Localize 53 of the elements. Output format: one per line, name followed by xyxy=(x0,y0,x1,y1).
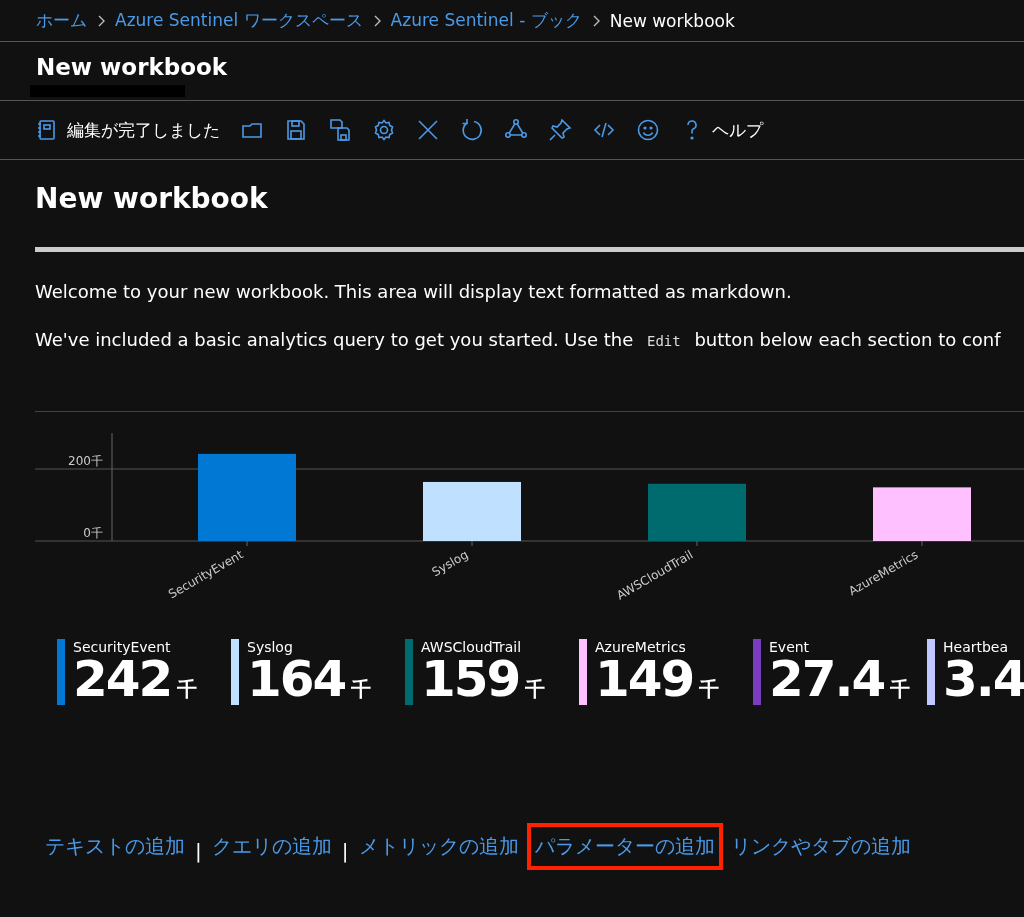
tile-value: 242 xyxy=(73,655,172,703)
tile-label: AzureMetrics xyxy=(595,639,687,655)
tile-unit: 千 xyxy=(890,676,911,703)
add-link[interactable]: リンクやタブの追加 xyxy=(722,823,919,870)
help-button[interactable]: ヘルプ xyxy=(680,118,763,142)
breadcrumb-link[interactable]: Azure Sentinel - ブック xyxy=(390,9,582,32)
y-tick-label: 200千 xyxy=(68,454,103,468)
save-as-button[interactable] xyxy=(328,118,352,142)
separator: | xyxy=(194,838,203,863)
tile-unit: 千 xyxy=(177,676,198,703)
refresh-icon xyxy=(460,118,484,142)
add-link[interactable]: テキストの追加 xyxy=(37,823,193,870)
tile-unit: 千 xyxy=(699,676,720,703)
chevron-icon xyxy=(372,14,381,27)
breadcrumb-current: New workbook xyxy=(609,10,735,31)
done-editing-button[interactable]: 編集が完了しました xyxy=(35,118,220,142)
breadcrumb-link[interactable]: Azure Sentinel ワークスペース xyxy=(115,9,363,32)
y-tick-label: 0千 xyxy=(83,526,103,540)
tile-label: AWSCloudTrail xyxy=(421,639,523,655)
close-icon xyxy=(416,118,440,142)
blade-title: New workbook xyxy=(36,53,228,80)
tile-value: 159 xyxy=(421,655,520,703)
save-button[interactable] xyxy=(284,118,308,142)
chevron-icon xyxy=(97,14,105,27)
pin-button[interactable] xyxy=(548,118,572,142)
paragraph: We've included a basic analytics query to get you started. Use the Edit button below each section to conf xyxy=(35,328,1002,352)
separator: | xyxy=(340,838,350,863)
tile-value: 164 xyxy=(247,655,346,703)
paragraph: Welcome to your new workbook. This area will display text formatted as markdown. xyxy=(35,280,793,304)
heading: New workbook xyxy=(35,182,268,215)
save-as-icon xyxy=(328,118,352,142)
pin-icon xyxy=(548,118,572,142)
settings-button[interactable] xyxy=(372,118,396,142)
tile-label: Syslog xyxy=(247,639,294,655)
settings-icon xyxy=(372,118,396,142)
tile-value: 149 xyxy=(595,655,694,703)
add-link[interactable]: メトリックの追加 xyxy=(350,823,527,870)
refresh-button[interactable] xyxy=(460,118,484,142)
add-link[interactable]: クエリの追加 xyxy=(203,823,340,870)
smiley-icon xyxy=(636,118,660,142)
tile-label: Heartbea xyxy=(943,639,1010,655)
tile-value: 27.4 xyxy=(769,655,885,703)
tile-unit: 千 xyxy=(525,676,546,703)
tile-label: Event xyxy=(769,639,811,655)
save-icon xyxy=(284,118,308,142)
breadcrumb-link[interactable]: ホーム xyxy=(36,9,87,32)
tile-label: SecurityEvent xyxy=(73,639,172,655)
tile-unit: 千 xyxy=(351,676,372,703)
close-button[interactable] xyxy=(416,118,440,142)
chevron-icon xyxy=(591,14,600,27)
tile-value: 3.4 xyxy=(943,655,1024,703)
smiley-button[interactable] xyxy=(636,118,660,142)
add-link[interactable]: パラメーターの追加 xyxy=(526,823,723,870)
